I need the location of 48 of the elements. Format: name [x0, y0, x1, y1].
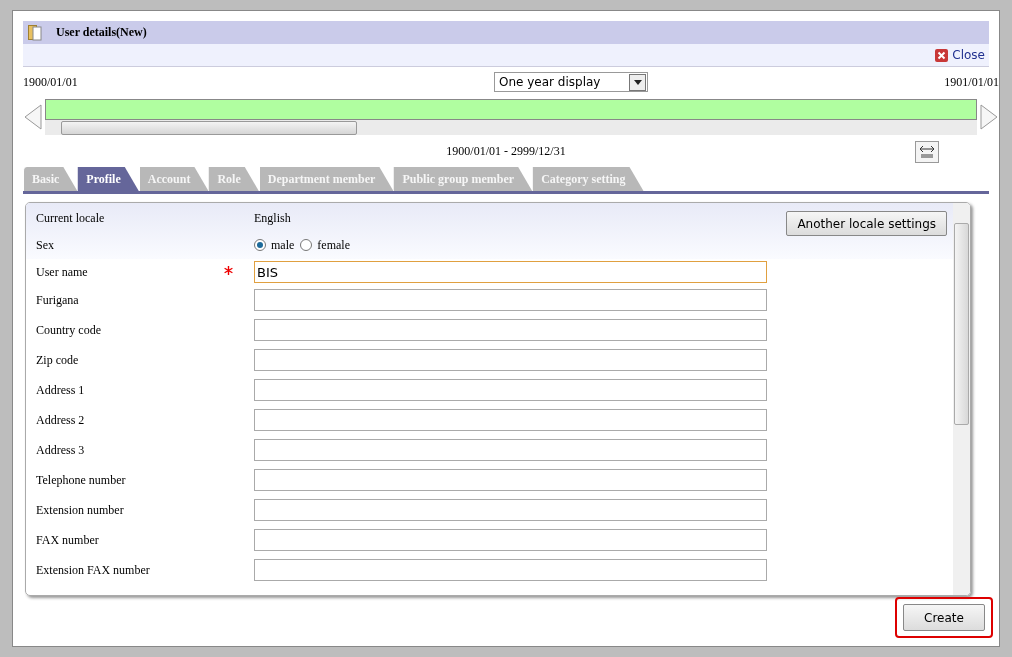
field-label: Extension number — [36, 502, 124, 518]
field-label: FAX number — [36, 532, 99, 548]
field-label: Telephone number — [36, 472, 126, 488]
field-label: Country code — [36, 322, 101, 338]
input-field[interactable] — [254, 529, 767, 551]
field-label: Sex — [36, 237, 54, 253]
radio-icon[interactable] — [254, 239, 266, 252]
radio-option[interactable]: female — [300, 237, 350, 253]
input-field[interactable] — [254, 409, 767, 431]
scrollbar-thumb[interactable] — [954, 223, 969, 425]
close-icon — [935, 48, 949, 62]
display-dropdown[interactable]: One year display — [494, 72, 648, 92]
input-field[interactable] — [254, 289, 767, 311]
left-arrow-icon[interactable] — [23, 104, 43, 130]
field-label: Furigana — [36, 292, 79, 308]
field-label: Address 3 — [36, 442, 85, 458]
window-title: User details(New) — [56, 25, 147, 40]
field-label: User name — [36, 264, 88, 280]
field-label: Extension FAX number — [36, 562, 150, 578]
vertical-scrollbar[interactable] — [953, 203, 970, 595]
document-icon — [28, 24, 42, 41]
end-date: 1901/01/01 — [944, 74, 999, 90]
locale-value: English — [254, 210, 291, 226]
input-field[interactable] — [254, 439, 767, 461]
input-field[interactable] — [254, 379, 767, 401]
start-date: 1900/01/01 — [23, 74, 78, 90]
tab[interactable]: Profile — [77, 167, 139, 191]
field-label: Address 1 — [36, 382, 85, 398]
field-label: Address 2 — [36, 412, 85, 428]
input-field[interactable] — [254, 469, 767, 491]
horizontal-scrollbar[interactable] — [45, 120, 977, 135]
fit-width-icon[interactable] — [915, 141, 939, 163]
date-range: 1900/01/01 - 2999/12/31 — [446, 143, 566, 159]
create-button[interactable]: Create — [903, 604, 985, 631]
input-field[interactable] — [254, 559, 767, 581]
right-arrow-icon[interactable] — [979, 104, 999, 130]
scrollbar-thumb[interactable] — [61, 121, 357, 135]
input-field[interactable] — [254, 349, 767, 371]
locale-settings-button[interactable]: Another locale settings — [786, 211, 947, 236]
input-field[interactable]: BIS — [254, 261, 767, 283]
field-label: Zip code — [36, 352, 79, 368]
input-field[interactable] — [254, 319, 767, 341]
dropdown-caret-icon — [629, 73, 646, 91]
close-button[interactable]: Close — [935, 48, 985, 62]
radio-icon[interactable] — [300, 239, 313, 252]
input-field[interactable] — [254, 499, 767, 521]
radio-option[interactable]: male — [254, 237, 295, 253]
field-label: Current locale — [36, 210, 105, 226]
